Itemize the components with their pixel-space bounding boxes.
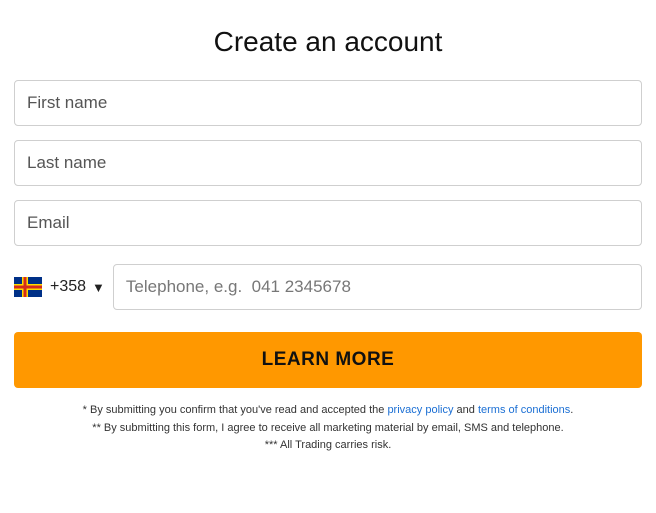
disclaimer-line-1: * By submitting you confirm that you've … bbox=[44, 402, 612, 420]
dial-code-label: +358 bbox=[50, 278, 86, 296]
first-name-input[interactable] bbox=[14, 80, 642, 126]
privacy-policy-link[interactable]: privacy policy bbox=[387, 404, 453, 416]
flag-icon bbox=[14, 277, 42, 297]
email-input[interactable] bbox=[14, 200, 642, 246]
disclaimer-line-2: ** By submitting this form, I agree to r… bbox=[44, 420, 612, 438]
country-code-select[interactable]: +358 ▼ bbox=[14, 273, 105, 301]
chevron-down-icon: ▼ bbox=[92, 280, 105, 295]
phone-row: +358 ▼ bbox=[14, 264, 642, 310]
last-name-input[interactable] bbox=[14, 140, 642, 186]
disclaimers: * By submitting you confirm that you've … bbox=[14, 402, 642, 455]
disclaimer-line-3: *** All Trading carries risk. bbox=[44, 437, 612, 455]
learn-more-button[interactable]: LEARN MORE bbox=[14, 332, 642, 388]
page-title: Create an account bbox=[14, 26, 642, 58]
terms-link[interactable]: terms of conditions bbox=[478, 404, 570, 416]
telephone-input[interactable] bbox=[113, 264, 642, 310]
